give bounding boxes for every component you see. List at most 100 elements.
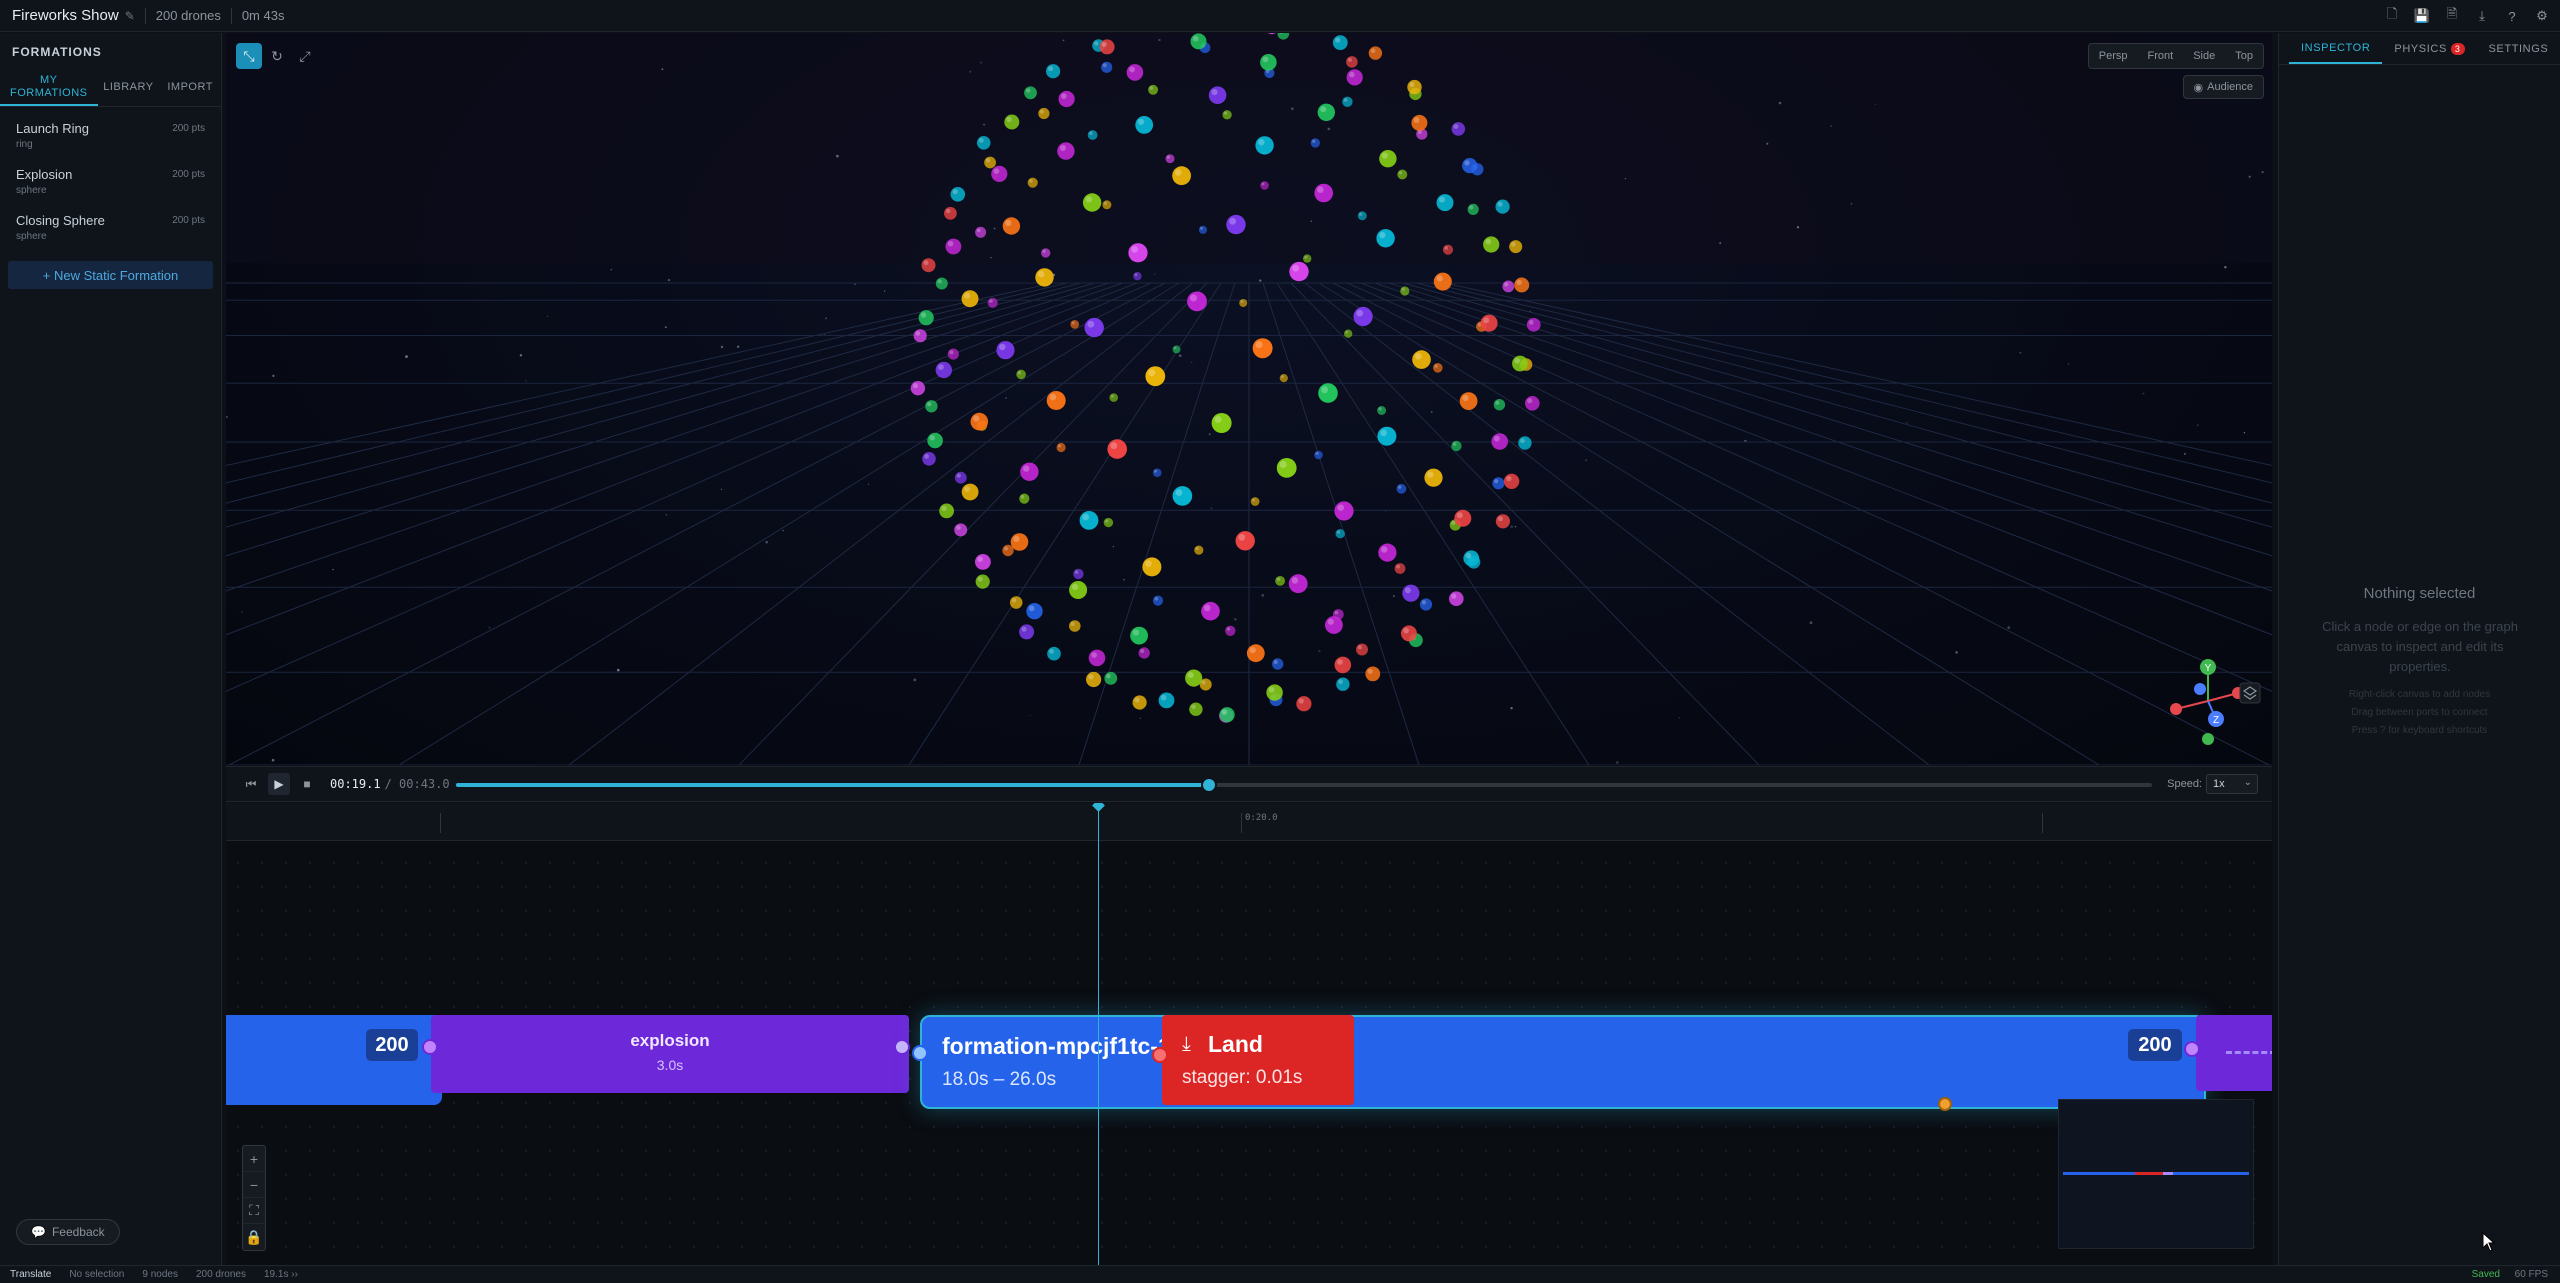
playhead-line[interactable]: [1098, 803, 1099, 1265]
skip-back-icon[interactable]: ⏮: [240, 773, 262, 795]
tab-inspector[interactable]: INSPECTOR: [2289, 33, 2383, 64]
drone-highlight: [1483, 317, 1490, 324]
tab-my-formations[interactable]: MY FORMATIONS: [0, 69, 98, 106]
transition-node-explosion[interactable]: explosion 3.0s: [431, 1015, 909, 1093]
drone-point: [1492, 477, 1505, 490]
drone-point: [1459, 392, 1478, 410]
drone-highlight: [1413, 117, 1420, 123]
drone-point: [1332, 35, 1348, 50]
drone-highlight: [1401, 287, 1405, 291]
scene-canvas[interactable]: [226, 33, 2272, 765]
node-graph-canvas[interactable]: 0:20.0 200 explosion 3.0s formation-mpcj…: [226, 803, 2272, 1265]
lock-icon[interactable]: 🔒: [243, 1224, 265, 1250]
sidebar-heading: FORMATIONS: [12, 45, 102, 59]
tab-settings[interactable]: SETTINGS: [2477, 33, 2560, 64]
drone-highlight: [915, 331, 921, 336]
drone-point: [1491, 433, 1508, 450]
new-static-formation-button[interactable]: + New Static Formation: [8, 261, 213, 289]
land-node[interactable]: ⤓ Land stagger: 0.01s: [1162, 1015, 1354, 1105]
drone-point: [1002, 217, 1021, 235]
drone-point: [921, 258, 936, 273]
drone-point: [1463, 550, 1480, 567]
drone-highlight: [1049, 393, 1057, 401]
output-port[interactable]: [894, 1039, 910, 1055]
drone-highlight: [1427, 471, 1434, 478]
formation-item-explosion[interactable]: Explosion sphere 200 pts: [0, 159, 221, 205]
star: [782, 529, 784, 532]
drone-highlight: [956, 473, 961, 478]
show-title[interactable]: Fireworks Show: [12, 7, 119, 24]
drone-point: [1172, 486, 1193, 506]
y-axis-neg-handle[interactable]: [2202, 733, 2214, 745]
input-port[interactable]: [1152, 1047, 1168, 1063]
star: [1955, 651, 1958, 654]
drone-highlight: [1485, 238, 1492, 245]
drone-highlight: [1131, 246, 1138, 253]
input-port[interactable]: [912, 1045, 928, 1061]
view-persp-button[interactable]: Persp: [2089, 44, 2138, 68]
grid-line: [1078, 282, 1236, 765]
view-side-button[interactable]: Side: [2183, 44, 2225, 68]
time-ruler[interactable]: 0:20.0: [226, 803, 2272, 841]
transition-node-next[interactable]: [2196, 1015, 2272, 1091]
formation-item-launch-ring[interactable]: Launch Ring ring 200 pts: [0, 113, 221, 159]
audience-toggle[interactable]: ◉ Audience: [2182, 75, 2264, 99]
viewport-3d[interactable]: ⤡ ↻ ⤢ Persp Front Side Top ◉ Audience Y …: [226, 33, 2272, 765]
drone-point: [1336, 677, 1350, 691]
settings-icon[interactable]: ⚙: [2534, 8, 2550, 24]
eye-icon: ◉: [2193, 81, 2204, 94]
formation-item-closing-sphere[interactable]: Closing Sphere sphere 200 pts: [0, 205, 221, 251]
axis-gizmo[interactable]: Y Z: [2156, 653, 2266, 749]
speed-select[interactable]: 1x ⌄: [2206, 774, 2258, 794]
layers-icon[interactable]: [2239, 682, 2261, 704]
x-axis-handle[interactable]: [2170, 703, 2182, 715]
tab-library[interactable]: LIBRARY: [98, 69, 160, 106]
drone-highlight: [1039, 109, 1044, 114]
tab-physics[interactable]: PHYSICS 3: [2382, 33, 2476, 64]
view-top-button[interactable]: Top: [2225, 44, 2263, 68]
stop-icon[interactable]: ■: [296, 773, 318, 795]
save-icon[interactable]: 💾: [2414, 8, 2430, 24]
star: [2019, 351, 2022, 354]
scrubber-handle[interactable]: [1201, 777, 1218, 793]
view-front-button[interactable]: Front: [2138, 44, 2184, 68]
scale-tool-icon[interactable]: ⤢: [292, 43, 318, 69]
edit-title-icon[interactable]: ✎: [125, 9, 135, 23]
zoom-in-icon[interactable]: +: [243, 1146, 265, 1172]
drone-point: [1194, 545, 1204, 555]
star: [332, 568, 334, 571]
drone-point: [1057, 142, 1075, 160]
zoom-out-icon[interactable]: −: [243, 1172, 265, 1198]
export-file-icon[interactable]: 🗎: [2444, 6, 2460, 24]
rotate-tool-icon[interactable]: ↻: [264, 43, 290, 69]
drone-highlight: [1106, 673, 1111, 679]
axis-handle[interactable]: [2194, 683, 2206, 695]
event-port[interactable]: [1938, 1097, 1952, 1111]
minimap-land: [2135, 1172, 2163, 1175]
output-port[interactable]: [422, 1039, 438, 1055]
new-file-icon[interactable]: 🗋: [2384, 6, 2400, 24]
tab-import[interactable]: IMPORT: [159, 69, 221, 106]
timeline-scrubber[interactable]: [456, 777, 2152, 793]
graph-minimap[interactable]: [2058, 1099, 2254, 1249]
fit-view-icon[interactable]: ⛶: [243, 1198, 265, 1224]
download-icon[interactable]: ⤓: [2474, 8, 2490, 24]
translate-tool-icon[interactable]: ⤡: [236, 43, 262, 69]
grid-line: [1304, 282, 1930, 765]
drone-point: [1377, 406, 1387, 415]
feedback-button[interactable]: 💬 Feedback: [16, 1219, 120, 1245]
drone-highlight: [977, 576, 983, 582]
output-port[interactable]: [2184, 1041, 2200, 1057]
help-icon[interactable]: ?: [2504, 8, 2520, 24]
play-icon[interactable]: ▶: [268, 773, 290, 795]
drone-point: [925, 400, 938, 413]
drone-highlight: [949, 350, 954, 355]
drone-point: [1019, 493, 1030, 504]
formation-node-selected[interactable]: formation-mpcjf1tc-1 18.0s – 26.0s: [920, 1015, 2206, 1109]
drone-highlight: [1304, 255, 1308, 259]
drone-highlight: [1249, 647, 1256, 654]
drone-highlight: [1070, 622, 1075, 626]
drone-point: [1419, 598, 1433, 611]
status-time: 19.1s ››: [264, 1269, 298, 1280]
drone-point: [1467, 203, 1479, 215]
